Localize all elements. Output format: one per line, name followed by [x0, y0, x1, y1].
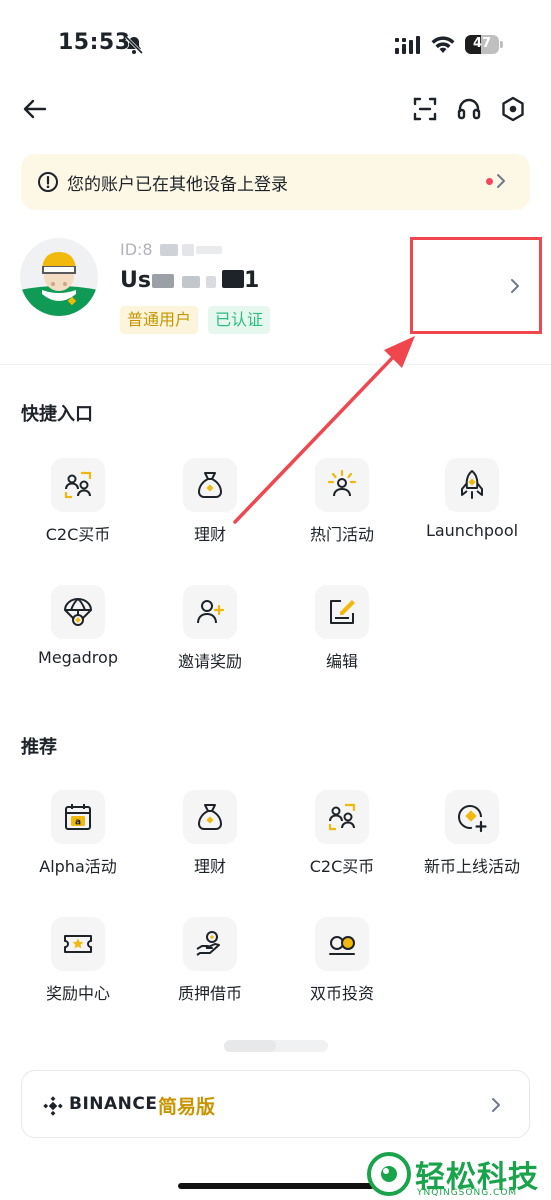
shortcut-referral[interactable]: 邀请奖励 — [150, 585, 270, 685]
recommend-rewards[interactable]: 奖励中心 — [18, 917, 138, 1017]
binance-logo-icon — [43, 1096, 63, 1116]
shortcut-label: 编辑 — [325, 652, 358, 671]
recommend-earn[interactable]: 理财 — [150, 790, 270, 890]
c2c-people-icon — [328, 803, 356, 831]
ticket-star-icon — [64, 935, 92, 953]
dual-coin-icon — [329, 936, 355, 955]
rocket-icon — [461, 470, 483, 499]
masked-name-4 — [222, 270, 244, 288]
svg-text:a: a — [75, 818, 81, 828]
masked-name-2 — [182, 276, 200, 288]
recommend-loan[interactable]: 质押借币 — [150, 917, 270, 1017]
bell-off-icon — [124, 35, 144, 55]
masked-name — [152, 274, 174, 288]
settings-button[interactable] — [498, 94, 528, 124]
masked-id-3 — [196, 246, 222, 254]
hand-coin-icon — [196, 931, 220, 956]
chevron-right-icon — [497, 174, 505, 188]
recommend-title: 推荐 — [21, 737, 57, 758]
home-indicator — [178, 1183, 374, 1189]
shortcut-c2c[interactable]: C2C买币 — [18, 458, 138, 558]
battery-level: 47 — [472, 36, 492, 51]
status-time: 15:53 — [58, 30, 131, 55]
lite-mode-label: 简易版 — [158, 1096, 216, 1118]
shortcut-label: 邀请奖励 — [177, 652, 242, 671]
shortcut-megadrop[interactable]: Megadrop — [18, 585, 138, 685]
recommend-label: Alpha活动 — [39, 857, 117, 876]
support-button[interactable] — [454, 94, 484, 124]
add-person-icon — [197, 600, 225, 624]
masked-name-3 — [206, 276, 216, 288]
spotlight-person-icon — [327, 469, 357, 497]
scan-icon — [413, 97, 437, 121]
shortcut-hot-events[interactable]: 热门活动 — [282, 458, 402, 558]
avatar[interactable] — [20, 238, 98, 316]
verified-badge: 已认证 — [208, 306, 271, 334]
user-id: ID:8 — [120, 240, 153, 259]
watermark-logo-icon — [367, 1152, 411, 1196]
edit-icon — [330, 600, 355, 624]
watermark-url: YNQINGSONG.COM — [417, 1188, 518, 1198]
shortcut-label: Launchpool — [425, 521, 519, 540]
recommend-c2c[interactable]: C2C买币 — [282, 790, 402, 890]
warning-icon — [38, 172, 58, 192]
recommend-label: 奖励中心 — [45, 984, 110, 1003]
wifi-icon — [431, 36, 455, 53]
battery-icon: 47 — [465, 35, 503, 54]
recommend-label: C2C买币 — [309, 857, 375, 876]
money-bag-icon — [198, 804, 222, 830]
recommend-label: 双币投资 — [309, 984, 374, 1003]
settings-hexagon-icon — [502, 96, 524, 122]
new-coin-icon — [458, 805, 487, 833]
calendar-icon: a — [65, 804, 91, 830]
divider — [0, 364, 551, 365]
recommend-dual-investment[interactable]: 双币投资 — [282, 917, 402, 1017]
chevron-right-icon — [492, 1098, 500, 1112]
shortcut-label: Megadrop — [38, 648, 118, 667]
masked-id — [160, 244, 178, 256]
recommend-alpha[interactable]: a Alpha活动 — [18, 790, 138, 890]
shortcut-earn[interactable]: 理财 — [150, 458, 270, 558]
shortcuts-title: 快捷入口 — [21, 404, 93, 425]
recommend-label: 理财 — [193, 857, 226, 876]
scan-button[interactable] — [410, 94, 440, 124]
back-button[interactable] — [20, 94, 50, 124]
recommend-label: 质押借币 — [177, 984, 242, 1003]
shortcut-label: 热门活动 — [309, 525, 374, 544]
page-scroll-indicator — [224, 1040, 328, 1052]
c2c-people-icon — [64, 471, 92, 499]
recommend-new-listing[interactable]: 新币上线活动 — [412, 790, 532, 890]
user-name: Us — [120, 268, 151, 293]
site-watermark: 轻松科技 YNQINGSONG.COM — [365, 1148, 551, 1200]
parachute-icon — [64, 598, 92, 626]
signal-icon — [395, 36, 420, 54]
notice-text: 您的账户已在其他设备上登录 — [67, 175, 288, 195]
money-bag-icon — [198, 472, 222, 498]
binance-lite-entry[interactable]: BINANCE 简易版 — [21, 1070, 530, 1138]
status-bar: 15:53 47 — [0, 0, 551, 90]
back-arrow-icon — [23, 99, 47, 119]
login-notice-banner[interactable]: 您的账户已在其他设备上登录 — [21, 154, 530, 210]
headset-icon — [457, 98, 481, 120]
shortcut-label: C2C买币 — [45, 525, 111, 544]
shortcut-launchpool[interactable]: Launchpool — [412, 458, 532, 558]
user-level-badge: 普通用户 — [120, 306, 199, 334]
annotation-highlight-box — [410, 237, 542, 334]
avatar-helmet-icon — [20, 238, 98, 316]
shortcut-edit[interactable]: 编辑 — [282, 585, 402, 685]
shortcut-label: 理财 — [193, 525, 226, 544]
recommend-label: 新币上线活动 — [423, 857, 520, 876]
binance-wordmark: BINANCE — [69, 1094, 158, 1114]
unread-dot — [486, 178, 493, 185]
user-name-suffix: 1 — [244, 268, 260, 293]
masked-id-2 — [182, 244, 194, 256]
